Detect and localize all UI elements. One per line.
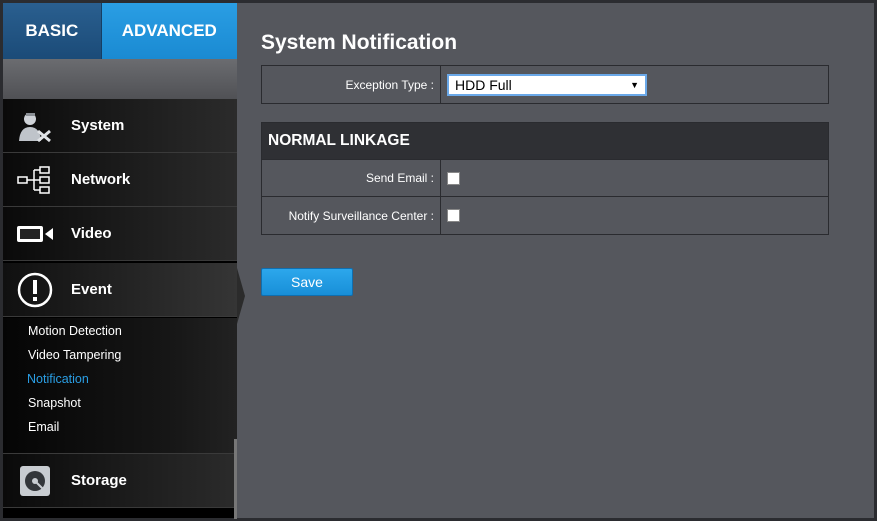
send-email-row: Send Email : <box>262 160 828 197</box>
send-email-label: Send Email : <box>262 160 441 196</box>
exception-type-select[interactable]: HDD Full ▼ <box>447 73 647 96</box>
alert-icon <box>15 272 55 307</box>
exception-table: Exception Type : HDD Full ▼ <box>261 65 829 104</box>
network-tree-icon <box>15 163 55 197</box>
sidebar-item-label: Storage <box>71 472 127 489</box>
sidebar-item-label: System <box>71 117 125 134</box>
save-button[interactable]: Save <box>261 268 353 296</box>
sidebar-item-label: Event <box>71 281 112 298</box>
sidebar: BASIC ADVANCED System Network Video Even… <box>3 3 237 519</box>
submenu-snapshot[interactable]: Snapshot <box>28 396 81 410</box>
notify-center-checkbox[interactable] <box>447 209 460 222</box>
storage-disk-icon <box>15 464 55 498</box>
tab-advanced[interactable]: ADVANCED <box>101 3 237 59</box>
tab-basic[interactable]: BASIC <box>3 3 102 59</box>
sidebar-scrollbar[interactable] <box>234 439 237 519</box>
page-title: System Notification <box>261 31 458 54</box>
sidebar-item-event[interactable]: Event <box>3 263 237 317</box>
video-camera-icon <box>15 217 55 251</box>
dropdown-arrow-icon: ▼ <box>630 79 639 90</box>
system-tools-icon <box>15 109 55 143</box>
submenu-notification[interactable]: Notification <box>27 372 89 386</box>
sidebar-item-video[interactable]: Video <box>3 207 237 261</box>
active-item-pointer <box>237 268 245 324</box>
notify-center-label: Notify Surveillance Center : <box>262 197 441 234</box>
sidebar-item-label: Network <box>71 171 131 188</box>
notify-center-row: Notify Surveillance Center : <box>262 197 828 234</box>
submenu-video-tampering[interactable]: Video Tampering <box>28 348 121 362</box>
mode-tabs: BASIC ADVANCED <box>3 3 237 59</box>
submenu-email[interactable]: Email <box>28 420 59 434</box>
linkage-table: NORMAL LINKAGE Send Email : Notify Surve… <box>261 122 829 235</box>
sidebar-band <box>3 59 237 99</box>
sidebar-item-network[interactable]: Network <box>3 153 237 207</box>
event-submenu: Motion Detection Video Tampering Notific… <box>3 318 237 454</box>
sidebar-item-storage[interactable]: Storage <box>3 454 237 508</box>
exception-type-value: HDD Full <box>455 76 512 93</box>
submenu-motion-detection[interactable]: Motion Detection <box>28 324 122 338</box>
sidebar-item-label: Video <box>71 225 112 242</box>
section-title: NORMAL LINKAGE <box>262 123 828 160</box>
send-email-checkbox[interactable] <box>447 171 460 185</box>
sidebar-item-system[interactable]: System <box>3 99 237 153</box>
exception-row: Exception Type : HDD Full ▼ <box>262 66 828 103</box>
exception-type-label: Exception Type : <box>262 66 441 103</box>
